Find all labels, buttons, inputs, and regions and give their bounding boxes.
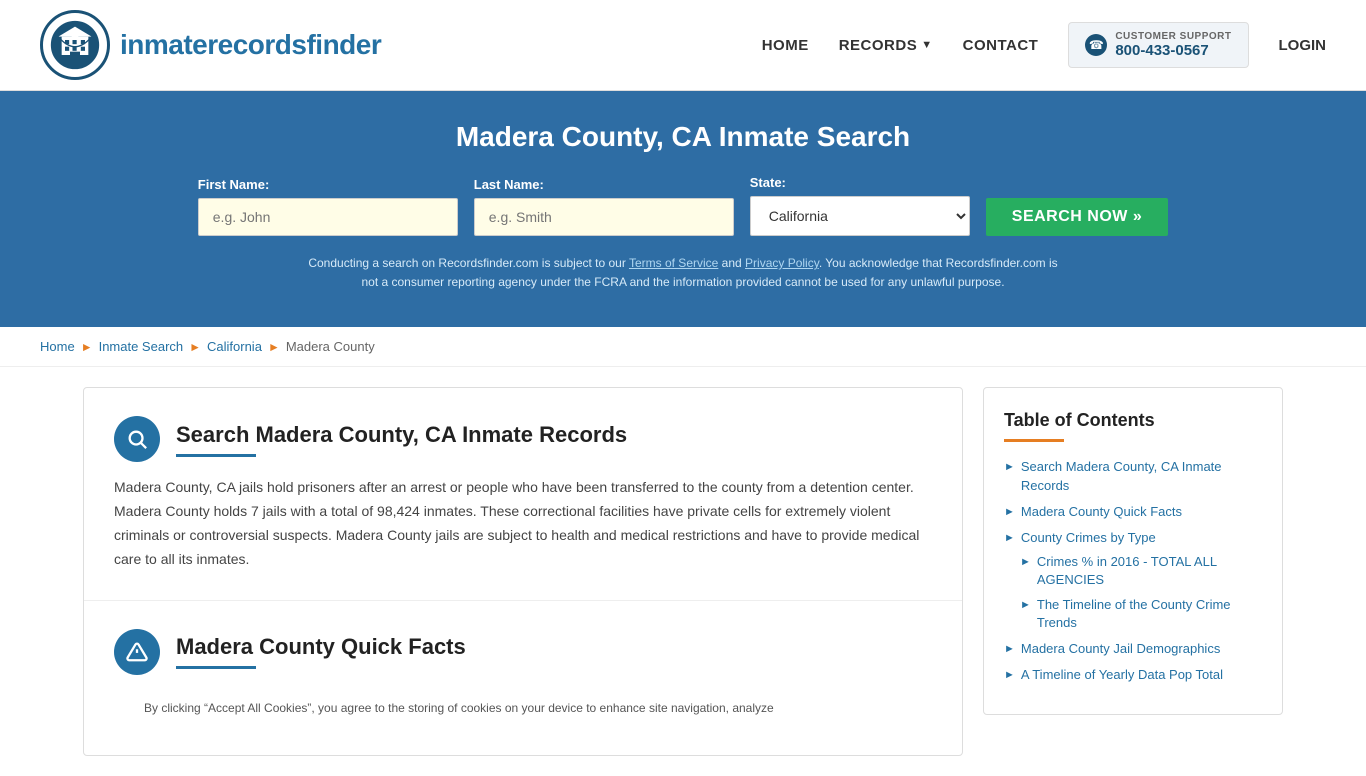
tos-link[interactable]: Terms of Service	[629, 256, 718, 270]
search-icon	[114, 416, 160, 462]
section2-body: By clicking “Accept All Cookies”, you ag…	[114, 689, 932, 727]
toc-link-5[interactable]: ► A Timeline of Yearly Data Pop Total	[1004, 666, 1262, 684]
toc-sub-link-3-2[interactable]: ► The Timeline of the County Crime Trend…	[1020, 596, 1262, 632]
breadcrumb-home[interactable]: Home	[40, 339, 75, 354]
chevron-down-icon: ▼	[921, 39, 932, 51]
support-info: CUSTOMER SUPPORT 800-433-0567	[1115, 31, 1231, 59]
state-group: State: California Alabama Alaska Arizona…	[750, 175, 970, 236]
state-label: State:	[750, 175, 786, 190]
page-title: Madera County, CA Inmate Search	[40, 121, 1326, 153]
section2-header: Madera County Quick Facts	[114, 629, 932, 675]
toc-label-1: Search Madera County, CA Inmate Records	[1021, 458, 1262, 494]
support-label: CUSTOMER SUPPORT	[1115, 31, 1231, 42]
toc-link-4[interactable]: ► Madera County Jail Demographics	[1004, 640, 1262, 658]
search-form: First Name: Last Name: State: California…	[40, 175, 1326, 236]
toc-sub-link-3-1[interactable]: ► Crimes % in 2016 - TOTAL ALL AGENCIES	[1020, 553, 1262, 589]
first-name-input[interactable]	[198, 198, 458, 236]
toc-title: Table of Contents	[1004, 410, 1262, 431]
sidebar: Table of Contents ► Search Madera County…	[983, 387, 1283, 715]
toc-list: ► Search Madera County, CA Inmate Record…	[1004, 458, 1262, 684]
toc-sub-item-3-1: ► Crimes % in 2016 - TOTAL ALL AGENCIES	[1020, 553, 1262, 589]
nav-home[interactable]: HOME	[762, 37, 809, 54]
hero-disclaimer: Conducting a search on Recordsfinder.com…	[308, 254, 1058, 292]
breadcrumb: Home ► Inmate Search ► California ► Made…	[0, 327, 1366, 367]
search-button[interactable]: SEARCH NOW »	[986, 198, 1168, 236]
toc-sub-3: ► Crimes % in 2016 - TOTAL ALL AGENCIES …	[1004, 553, 1262, 632]
chevron-icon-3-2: ►	[1020, 598, 1031, 613]
breadcrumb-sep-3: ►	[268, 340, 280, 354]
section1-underline	[176, 454, 256, 457]
section2-title: Madera County Quick Facts	[176, 634, 466, 660]
first-name-label: First Name:	[198, 177, 270, 192]
main-nav: HOME RECORDS ▼ CONTACT ☎ CUSTOMER SUPPOR…	[762, 22, 1326, 68]
section1-title: Search Madera County, CA Inmate Records	[176, 422, 627, 448]
main-content: Search Madera County, CA Inmate Records …	[43, 367, 1323, 775]
customer-support-box[interactable]: ☎ CUSTOMER SUPPORT 800-433-0567	[1068, 22, 1248, 68]
warning-icon	[114, 629, 160, 675]
toc-link-1[interactable]: ► Search Madera County, CA Inmate Record…	[1004, 458, 1262, 494]
nav-login[interactable]: LOGIN	[1279, 37, 1327, 54]
toc-label-5: A Timeline of Yearly Data Pop Total	[1021, 666, 1223, 684]
content-left: Search Madera County, CA Inmate Records …	[83, 387, 963, 755]
toc-link-2[interactable]: ► Madera County Quick Facts	[1004, 503, 1262, 521]
chevron-icon-5: ►	[1004, 668, 1015, 683]
toc-item-3: ► County Crimes by Type ► Crimes % in 20…	[1004, 529, 1262, 632]
toc-underline	[1004, 439, 1064, 442]
nav-records[interactable]: RECORDS ▼	[839, 37, 933, 54]
breadcrumb-current: Madera County	[286, 339, 375, 354]
toc-label-4: Madera County Jail Demographics	[1021, 640, 1220, 658]
toc-sub-label-3-1: Crimes % in 2016 - TOTAL ALL AGENCIES	[1037, 553, 1262, 589]
section1-body: Madera County, CA jails hold prisoners a…	[114, 476, 932, 571]
logo-text: inmaterecordsfinder	[120, 29, 381, 61]
headphone-icon: ☎	[1085, 34, 1107, 56]
toc-item-4: ► Madera County Jail Demographics	[1004, 640, 1262, 658]
toc-link-3[interactable]: ► County Crimes by Type	[1004, 529, 1262, 547]
nav-records-label: RECORDS	[839, 37, 918, 54]
toc-item-2: ► Madera County Quick Facts	[1004, 503, 1262, 521]
breadcrumb-inmate-search[interactable]: Inmate Search	[99, 339, 184, 354]
privacy-link[interactable]: Privacy Policy	[745, 256, 819, 270]
nav-contact[interactable]: CONTACT	[963, 37, 1039, 54]
chevron-icon-3-1: ►	[1020, 555, 1031, 570]
site-header: inmaterecordsfinder HOME RECORDS ▼ CONTA…	[0, 0, 1366, 91]
section-inmate-records: Search Madera County, CA Inmate Records …	[84, 388, 962, 600]
logo-normal-text: inmaterecords	[120, 29, 306, 60]
toc-item-1: ► Search Madera County, CA Inmate Record…	[1004, 458, 1262, 494]
last-name-input[interactable]	[474, 198, 734, 236]
section1-header: Search Madera County, CA Inmate Records	[114, 416, 932, 462]
support-phone: 800-433-0567	[1115, 42, 1231, 59]
section-quick-facts: Madera County Quick Facts By clicking “A…	[84, 601, 962, 755]
chevron-icon-4: ►	[1004, 642, 1015, 657]
hero-section: Madera County, CA Inmate Search First Na…	[0, 91, 1366, 327]
logo-bold-text: finder	[306, 29, 381, 60]
section1-title-block: Search Madera County, CA Inmate Records	[176, 422, 627, 457]
state-select[interactable]: California Alabama Alaska Arizona Arkans…	[750, 196, 970, 236]
logo-area: inmaterecordsfinder	[40, 10, 381, 80]
chevron-icon-1: ►	[1004, 460, 1015, 475]
first-name-group: First Name:	[198, 177, 458, 236]
toc-sub-label-3-2: The Timeline of the County Crime Trends	[1037, 596, 1262, 632]
breadcrumb-sep-1: ►	[81, 340, 93, 354]
toc-item-5: ► A Timeline of Yearly Data Pop Total	[1004, 666, 1262, 684]
toc-sub-item-3-2: ► The Timeline of the County Crime Trend…	[1020, 596, 1262, 632]
section2-title-block: Madera County Quick Facts	[176, 634, 466, 669]
section2-underline	[176, 666, 256, 669]
logo-circle	[40, 10, 110, 80]
last-name-group: Last Name:	[474, 177, 734, 236]
last-name-label: Last Name:	[474, 177, 544, 192]
toc-label-3: County Crimes by Type	[1021, 529, 1156, 547]
breadcrumb-california[interactable]: California	[207, 339, 262, 354]
toc-label-2: Madera County Quick Facts	[1021, 503, 1182, 521]
logo-svg	[50, 20, 100, 70]
chevron-icon-3: ►	[1004, 531, 1015, 546]
chevron-icon-2: ►	[1004, 505, 1015, 520]
breadcrumb-sep-2: ►	[189, 340, 201, 354]
